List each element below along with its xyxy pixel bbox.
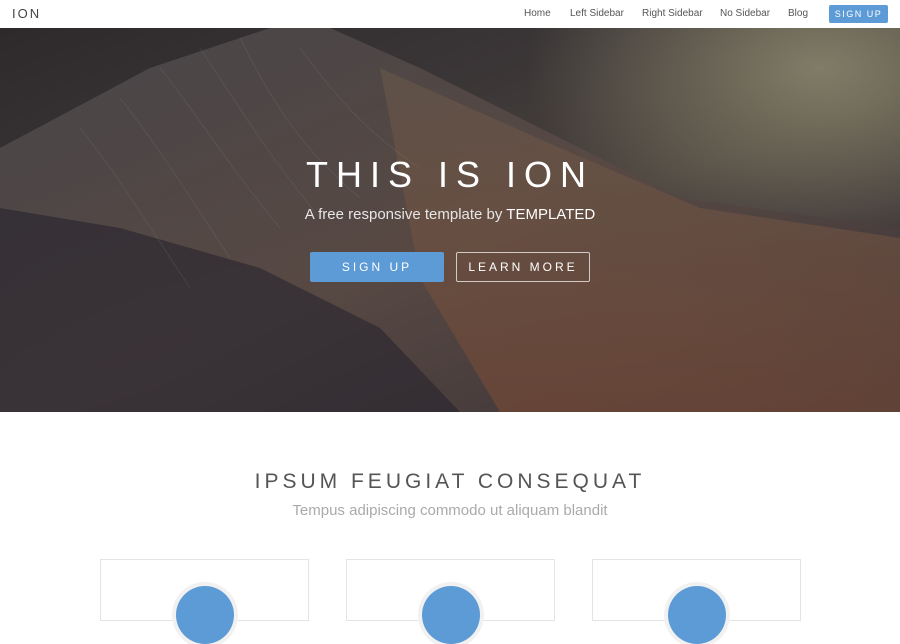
section-subtitle: Tempus adipiscing commodo ut aliquam bla… <box>292 502 608 519</box>
site-header: ION Home Left Sidebar Right Sidebar No S… <box>0 0 900 28</box>
nav-item-right-sidebar[interactable]: Right Sidebar <box>642 8 703 19</box>
header-signup-button[interactable]: SIGN UP <box>829 5 888 23</box>
hero-title: THIS IS ION <box>305 154 595 195</box>
nav-item-no-sidebar[interactable]: No Sidebar <box>720 8 770 19</box>
feature-card-1 <box>100 559 309 644</box>
hero-subtitle-brand[interactable]: TEMPLATED <box>506 206 595 223</box>
hero-subtitle-text: A free responsive template by <box>304 206 507 223</box>
feature-icon <box>668 586 726 644</box>
nav-item-home[interactable]: Home <box>524 8 551 19</box>
feature-card-3 <box>592 559 801 644</box>
feature-icon <box>176 586 234 644</box>
nav-item-blog[interactable]: Blog <box>788 8 808 19</box>
feature-card-2 <box>346 559 555 644</box>
nav-item-left-sidebar[interactable]: Left Sidebar <box>570 8 624 19</box>
hero-banner: THIS IS ION A free responsive template b… <box>0 28 900 412</box>
section-title: IPSUM FEUGIAT CONSEQUAT <box>254 470 646 493</box>
hero-signup-button[interactable]: SIGN UP <box>310 252 444 282</box>
hero-learn-more-button[interactable]: LEARN MORE <box>456 252 590 282</box>
feature-icon <box>422 586 480 644</box>
hero-subtitle: A free responsive template by TEMPLATED <box>0 206 900 223</box>
site-logo[interactable]: ION <box>12 6 41 21</box>
